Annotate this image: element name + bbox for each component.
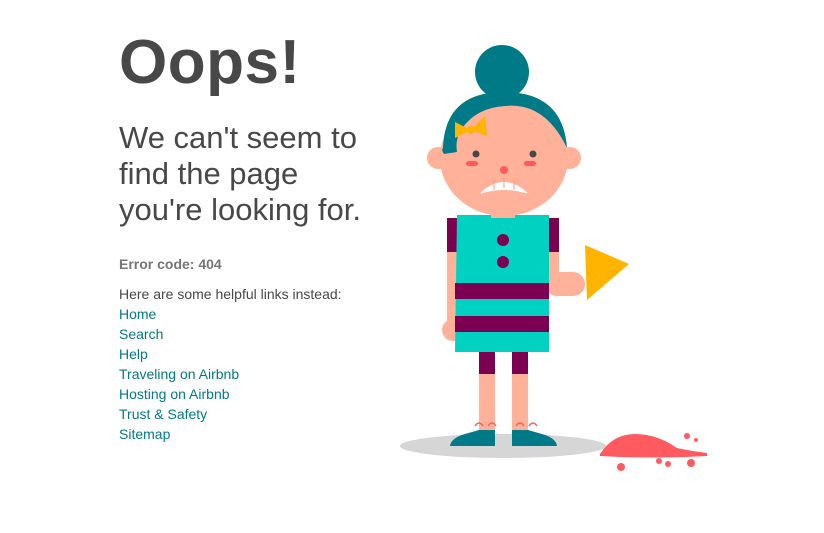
traveling-link[interactable]: Traveling on Airbnb — [119, 366, 239, 382]
list-item: Help — [119, 344, 409, 364]
home-link[interactable]: Home — [119, 306, 156, 322]
helpful-links-list: Home Search Help Traveling on Airbnb Hos… — [119, 304, 409, 444]
search-link[interactable]: Search — [119, 326, 163, 342]
sitemap-link[interactable]: Sitemap — [119, 426, 170, 442]
error-code: Error code: 404 — [119, 256, 222, 272]
error-content: Oops! We can't seem to find the page you… — [119, 30, 409, 444]
help-link[interactable]: Help — [119, 346, 148, 362]
list-item: Traveling on Airbnb — [119, 364, 409, 384]
hosting-link[interactable]: Hosting on Airbnb — [119, 386, 230, 402]
list-item: Search — [119, 324, 409, 344]
trust-safety-link[interactable]: Trust & Safety — [119, 406, 207, 422]
list-item: Hosting on Airbnb — [119, 384, 409, 404]
list-item: Trust & Safety — [119, 404, 409, 424]
page-title: Oops! — [119, 28, 301, 97]
list-item: Home — [119, 304, 409, 324]
list-item: Sitemap — [119, 424, 409, 444]
helpful-links-intro: Here are some helpful links instead: — [119, 286, 342, 302]
sad-girl-dropped-ice-cream-icon — [400, 45, 707, 471]
page-subtitle: We can't seem to find the page you're lo… — [119, 120, 362, 227]
